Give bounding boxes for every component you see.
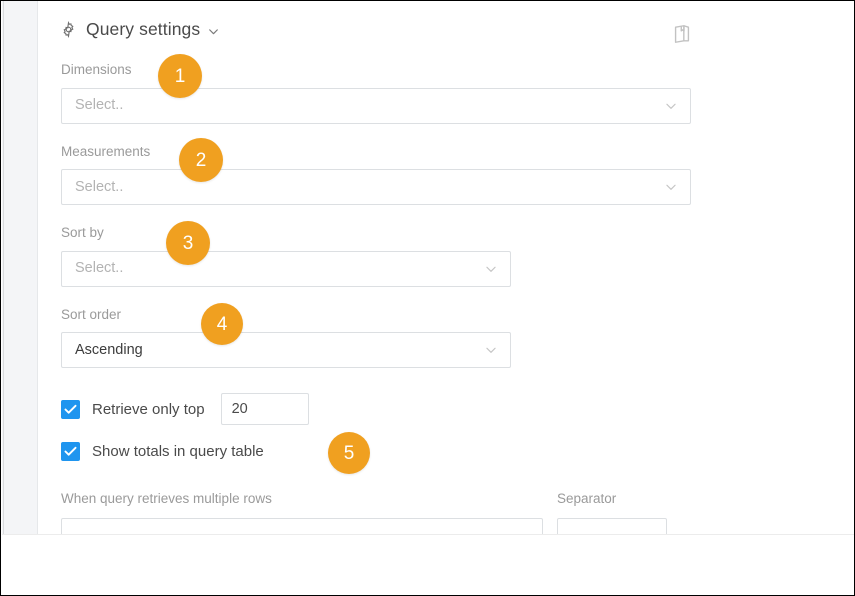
- dimensions-select[interactable]: Select..: [61, 87, 691, 124]
- panel-header[interactable]: Query settings: [60, 19, 220, 39]
- separator-field: Separator: [557, 492, 667, 534]
- sort-by-select[interactable]: Select..: [61, 250, 511, 287]
- chevron-down-icon: [664, 99, 678, 113]
- multiple-rows-label: When query retrieves multiple rows: [61, 491, 272, 506]
- measurements-select[interactable]: Select..: [61, 169, 691, 205]
- show-totals-label: Show totals in query table: [92, 443, 264, 460]
- callout-badge-3: 3: [166, 221, 210, 265]
- callout-badge-1: 1: [158, 54, 202, 98]
- callout-badge-2: 2: [179, 138, 223, 182]
- label-sort-order: Sort order: [61, 306, 122, 322]
- retrieve-only-top-label: Retrieve only top: [92, 400, 205, 418]
- query-settings-form: Dimensions Select.. Measurements Select.…: [61, 63, 801, 478]
- retrieve-only-top-row: Retrieve only top 20: [61, 393, 801, 425]
- field-measurements: Measurements Select..: [61, 143, 801, 205]
- callout-badge-4: 4: [201, 303, 243, 345]
- dimensions-select-value: Select..: [75, 98, 124, 113]
- chevron-down-icon[interactable]: [207, 25, 220, 38]
- multiple-rows-field: When query retrieves multiple rows: [61, 492, 543, 534]
- sort-order-select[interactable]: Ascending: [61, 332, 511, 368]
- retrieve-only-top-value: 20: [231, 400, 248, 417]
- book-manual-icon[interactable]: [671, 23, 693, 45]
- show-totals-checkbox[interactable]: [61, 442, 80, 461]
- separator-input[interactable]: [557, 517, 667, 534]
- gear-icon: [60, 21, 77, 39]
- show-totals-row: Show totals in query table: [61, 442, 801, 461]
- screenshot-frame: Query settings Dimensions Select.. Measu…: [0, 0, 855, 596]
- page-title: Query settings: [86, 19, 201, 39]
- left-side-rail: [2, 1, 38, 534]
- callout-badge-5: 5: [328, 432, 370, 474]
- retrieve-only-top-input[interactable]: 20: [220, 393, 309, 425]
- query-settings-panel: Query settings Dimensions Select.. Measu…: [2, 1, 854, 534]
- sort-by-select-value: Select..: [75, 261, 124, 276]
- multiple-rows-select[interactable]: [61, 517, 543, 534]
- chevron-down-icon: [484, 343, 498, 357]
- chevron-down-icon: [484, 262, 498, 276]
- separator-label: Separator: [557, 491, 617, 506]
- chevron-down-icon: [664, 180, 678, 194]
- field-sort-order: Sort order Ascending: [61, 306, 801, 368]
- label-measurements: Measurements: [61, 143, 151, 159]
- page-background-area: [2, 534, 854, 595]
- retrieve-only-top-checkbox[interactable]: [61, 399, 80, 419]
- measurements-select-value: Select..: [75, 179, 124, 195]
- multiple-rows-section: When query retrieves multiple rows Separ…: [61, 492, 801, 534]
- sort-order-select-value: Ascending: [75, 342, 143, 358]
